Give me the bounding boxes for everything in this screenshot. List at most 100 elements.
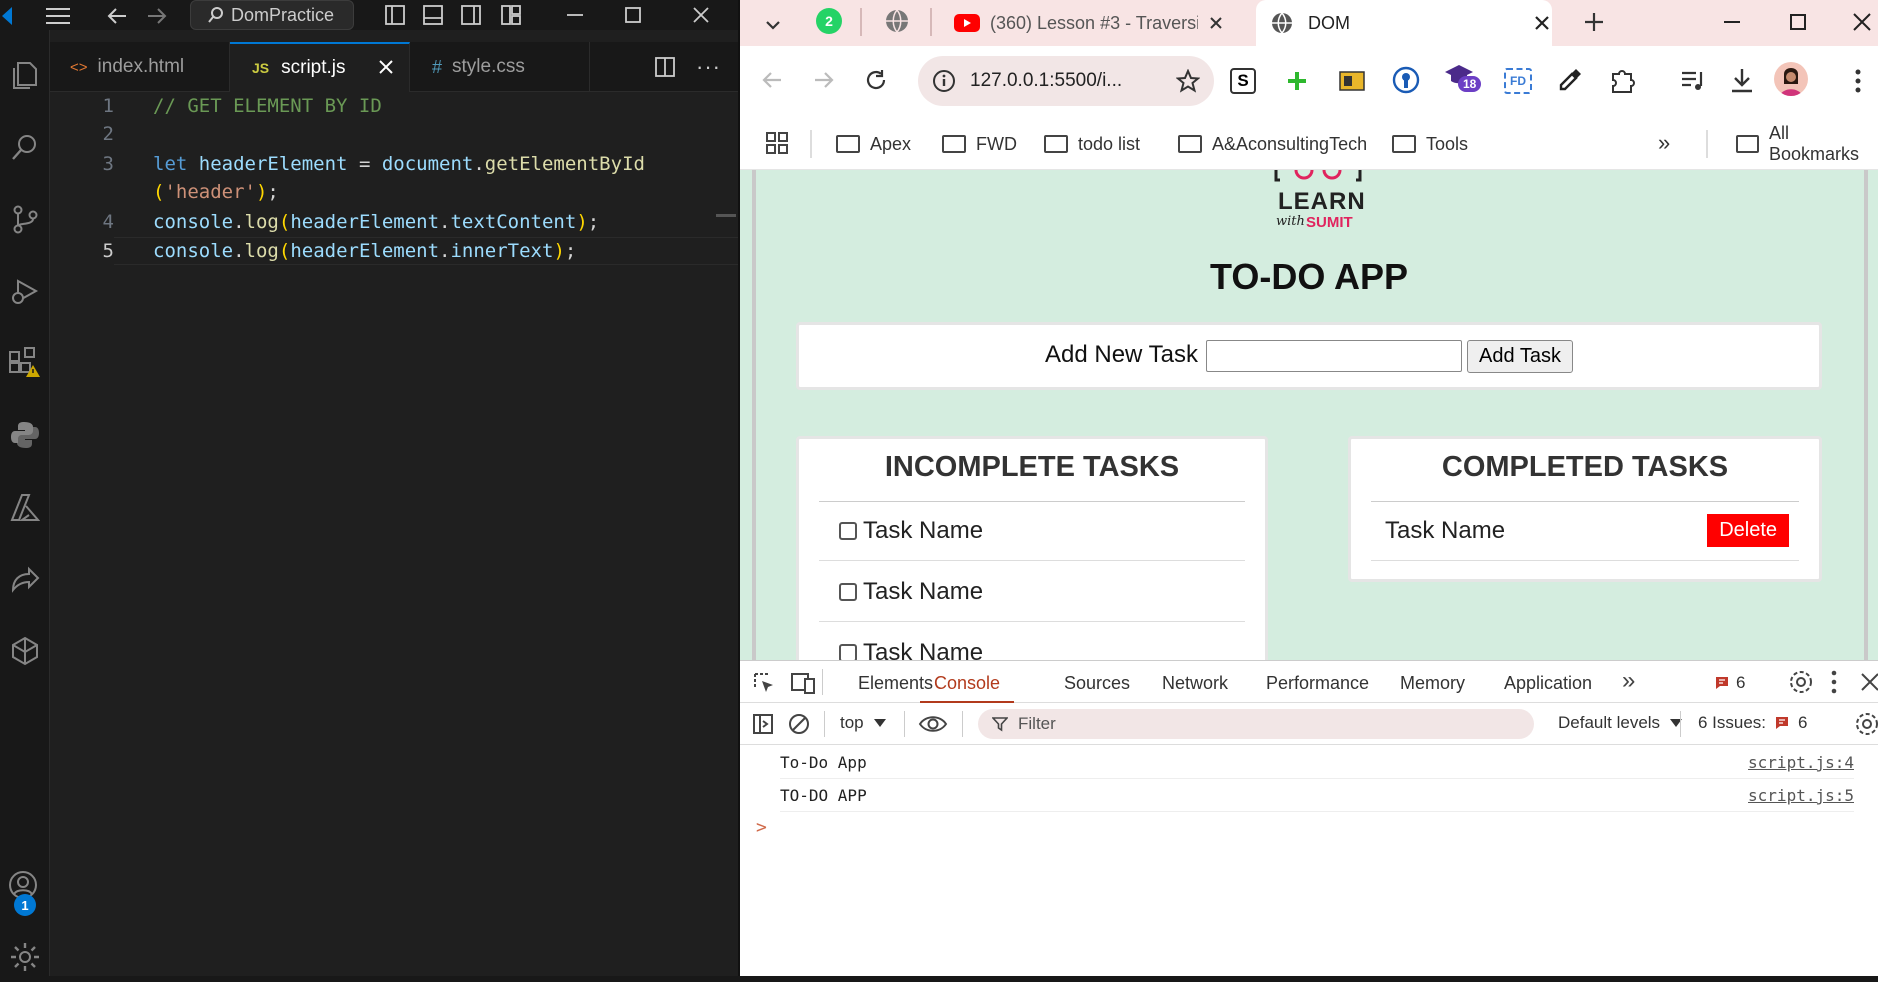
live-expression-eye-icon[interactable] [918,711,948,737]
tab-youtube-lesson[interactable]: (360) Lesson #3 - Traversin [948,4,1250,42]
vscode-titlebar: DomPractice [0,0,738,30]
extension-graduation-icon[interactable]: 18 [1444,62,1484,102]
extensions-icon[interactable] [0,338,50,388]
apps-grid-icon[interactable] [766,132,788,154]
console-settings-gear-icon[interactable] [1854,711,1878,737]
more-actions-icon[interactable]: ··· [696,54,721,80]
more-tabs-icon[interactable]: » [1622,667,1635,695]
bookmark-folder-fwd[interactable]: FWD [942,130,1017,158]
toggle-panel-icon[interactable] [422,4,444,26]
log-levels-dropdown[interactable]: Default levels [1558,713,1683,733]
whatsapp-tab-icon[interactable]: 2 [816,8,842,34]
devtools-settings-gear-icon[interactable] [1788,669,1814,695]
list-item: Task Name [819,623,1245,660]
forward-arrow-icon[interactable] [146,6,168,26]
toggle-primary-sidebar-icon[interactable] [384,4,406,26]
devtools-menu-icon[interactable] [1830,669,1838,695]
run-debug-icon[interactable] [0,266,50,316]
task-checkbox[interactable] [839,644,857,660]
device-toolbar-icon[interactable] [790,671,816,695]
show-sidebar-icon[interactable] [752,713,774,735]
task-checkbox[interactable] [839,582,857,601]
python-icon[interactable] [0,410,50,460]
code-editor[interactable]: 1 2 3 4 5 // GET ELEMENT BY ID let heade… [50,92,738,976]
profile-avatar[interactable] [1774,62,1808,96]
tab-style-css[interactable]: # style.css [410,42,590,92]
settings-gear-icon[interactable] [0,932,50,982]
new-task-input[interactable] [1206,340,1462,372]
minimize-icon[interactable] [564,4,586,26]
inspect-element-icon[interactable] [752,671,776,695]
bookmark-folder-aaconsulting[interactable]: A&AconsultingTech [1178,130,1367,158]
extension-s-icon[interactable]: S [1230,68,1256,94]
tab-search-button[interactable] [754,10,792,40]
tab-memory[interactable]: Memory [1400,673,1465,694]
globe-tab-icon[interactable] [884,8,910,34]
extension-tag-icon[interactable] [1338,68,1366,94]
bookmark-star-icon[interactable] [1176,69,1200,93]
close-window-icon[interactable] [1850,10,1874,34]
new-tab-icon[interactable] [1582,10,1606,34]
bookmark-folder-tools[interactable]: Tools [1392,130,1468,158]
close-devtools-icon[interactable] [1860,671,1878,693]
issues-counter[interactable]: 6 [1714,673,1745,693]
search-icon[interactable] [0,122,50,172]
accounts-icon[interactable]: 1 [0,862,50,916]
site-info-icon[interactable] [932,69,956,93]
globe-icon [1272,12,1292,34]
extensions-puzzle-icon[interactable] [1608,66,1636,94]
back-arrow-icon[interactable] [106,6,128,26]
browser-menu-icon[interactable] [1854,68,1862,94]
log-source-link[interactable]: script.js:4 [1748,753,1854,772]
dropdown-arrow-icon [873,719,886,727]
close-window-icon[interactable] [690,4,712,26]
eyedropper-icon[interactable] [1556,66,1584,94]
tab-script-js[interactable]: JS script.js [230,42,410,92]
explorer-icon[interactable] [0,50,50,100]
download-icon[interactable] [1728,66,1756,94]
toggle-secondary-sidebar-icon[interactable] [460,4,482,26]
azure-icon[interactable] [0,482,50,532]
minimize-icon[interactable] [1720,10,1744,34]
back-arrow-icon[interactable] [760,68,784,92]
maximize-icon[interactable] [1786,10,1810,34]
tab-console[interactable]: Console [920,673,1015,703]
extension-plus-icon[interactable] [1284,68,1310,94]
tab-dom-active[interactable]: DOM [1256,0,1552,46]
tab-network[interactable]: Network [1162,673,1228,694]
extension-fd-icon[interactable]: FD [1504,68,1532,94]
forward-arrow-icon[interactable] [812,68,836,92]
address-bar[interactable]: 127.0.0.1:5500/i... [918,56,1214,106]
task-checkbox[interactable] [839,521,857,540]
bookmark-folder-apex[interactable]: Apex [836,130,911,158]
console-prompt[interactable]: > [756,817,767,838]
all-bookmarks-folder[interactable]: All Bookmarks [1736,123,1878,164]
maximize-icon[interactable] [622,4,644,26]
source-control-icon[interactable] [0,194,50,244]
clear-console-icon[interactable] [788,713,810,735]
tab-index-html[interactable]: <> index.html [50,42,230,92]
issues-button[interactable]: 6 Issues: 6 [1698,713,1808,733]
customize-layout-icon[interactable] [500,4,522,26]
media-control-icon[interactable] [1680,68,1708,94]
more-bookmarks-icon[interactable]: » [1658,130,1670,156]
context-selector[interactable]: top [840,713,886,733]
command-center-search[interactable]: DomPractice [190,0,354,30]
close-tab-icon[interactable] [377,58,395,76]
add-task-button[interactable]: Add Task [1467,340,1573,373]
close-tab-icon[interactable] [1208,15,1224,31]
extension-shield-icon[interactable] [1392,66,1420,94]
delete-button[interactable]: Delete [1707,514,1789,547]
tab-application[interactable]: Application [1504,673,1592,694]
live-share-icon[interactable] [0,554,50,604]
close-tab-icon[interactable] [1534,15,1550,31]
log-source-link[interactable]: script.js:5 [1748,786,1854,805]
menu-icon[interactable] [44,6,72,26]
reload-icon[interactable] [864,68,888,92]
bookmark-folder-todo-list[interactable]: todo list [1044,130,1140,158]
split-editor-icon[interactable] [654,56,676,78]
tab-sources[interactable]: Sources [1064,673,1130,694]
tab-performance[interactable]: Performance [1266,673,1369,694]
console-filter-input[interactable]: Filter [978,709,1534,739]
remote-explorer-icon[interactable] [0,626,50,676]
